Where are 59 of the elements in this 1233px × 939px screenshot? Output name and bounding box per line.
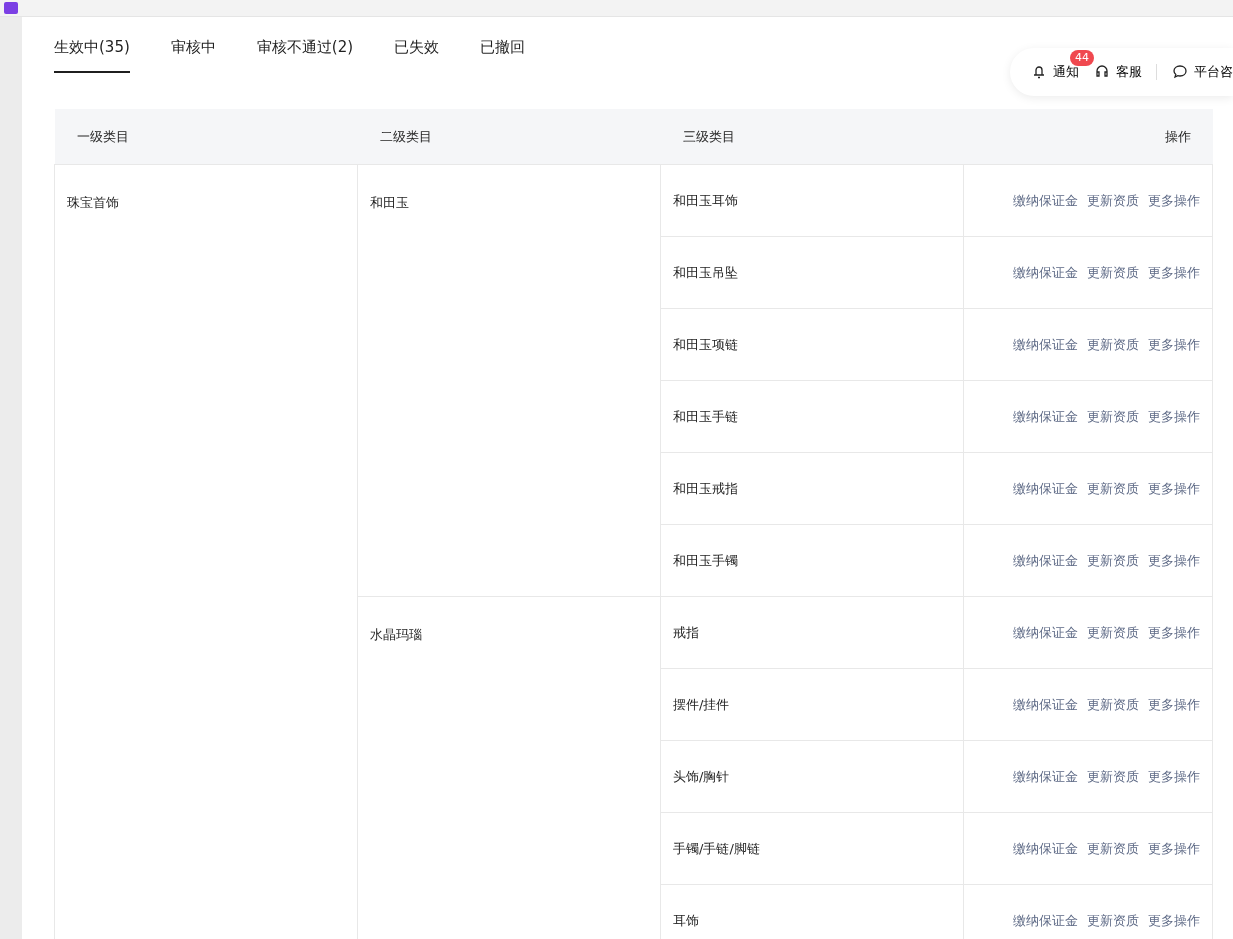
action-link[interactable]: 更新资质 [1087,192,1139,208]
action-link[interactable]: 更多操作 [1148,336,1200,352]
action-link[interactable]: 更多操作 [1148,192,1200,208]
action-link[interactable]: 更多操作 [1148,768,1200,784]
action-link[interactable]: 更多操作 [1148,624,1200,640]
toolbar-button[interactable]: 平台咨 [1171,62,1233,82]
column-header: 一级类目 [54,109,358,164]
table-cell: 珠宝首饰 [54,164,358,939]
action-link[interactable]: 更多操作 [1148,408,1200,424]
table-cell: 头饰/胸针 [660,740,964,812]
table-cell: 和田玉戒指 [660,452,964,524]
action-link[interactable]: 更新资质 [1087,912,1139,928]
tab[interactable]: 生效中(35) [54,36,130,73]
action-link[interactable]: 缴纳保证金 [1013,480,1078,496]
action-link[interactable]: 更新资质 [1087,336,1139,352]
tab[interactable]: 审核中 [170,36,216,73]
table-cell: 和田玉手镯 [660,524,964,596]
table-cell: 和田玉吊坠 [660,236,964,308]
action-link[interactable]: 缴纳保证金 [1013,768,1078,784]
tab[interactable]: 已失效 [394,36,440,73]
table-cell: 戒指 [660,596,964,668]
table-cell: 和田玉 [357,164,661,596]
table-cell: 和田玉手链 [660,380,964,452]
action-link[interactable]: 更多操作 [1148,696,1200,712]
toolbar-button[interactable]: 客服 [1093,62,1142,82]
action-link[interactable]: 更新资质 [1087,264,1139,280]
action-link[interactable]: 更多操作 [1148,264,1200,280]
action-link[interactable]: 更新资质 [1087,840,1139,856]
chat-bubble-icon [1171,63,1189,81]
action-link[interactable]: 缴纳保证金 [1013,264,1078,280]
action-link[interactable]: 更多操作 [1148,480,1200,496]
action-link[interactable]: 更多操作 [1148,840,1200,856]
table-cell: 和田玉耳饰 [660,164,964,236]
column-header: 二级类目 [357,109,661,164]
action-link[interactable]: 缴纳保证金 [1013,336,1078,352]
action-link[interactable]: 更新资质 [1087,552,1139,568]
action-link[interactable]: 更新资质 [1087,480,1139,496]
action-link[interactable]: 缴纳保证金 [1013,552,1078,568]
action-link[interactable]: 缴纳保证金 [1013,192,1078,208]
action-link[interactable]: 更多操作 [1148,912,1200,928]
app-icon [4,2,18,14]
column-header: 操作 [963,109,1213,164]
action-link[interactable]: 缴纳保证金 [1013,696,1078,712]
action-link[interactable]: 更多操作 [1148,552,1200,568]
column-header: 三级类目 [660,109,964,164]
action-link[interactable]: 缴纳保证金 [1013,912,1078,928]
notification-count: 44 [1070,50,1094,67]
action-link[interactable]: 更新资质 [1087,696,1139,712]
tab[interactable]: 审核不通过(2) [256,36,354,73]
table-cell: 手镯/手链/脚链 [660,812,964,884]
action-link[interactable]: 缴纳保证金 [1013,624,1078,640]
action-link[interactable]: 更新资质 [1087,624,1139,640]
table-cell: 摆件/挂件 [660,668,964,740]
action-link[interactable]: 缴纳保证金 [1013,840,1078,856]
action-link[interactable]: 缴纳保证金 [1013,408,1078,424]
tab[interactable]: 已撤回 [480,36,526,73]
action-link[interactable]: 更新资质 [1087,408,1139,424]
action-link[interactable]: 更新资质 [1087,768,1139,784]
table-cell: 和田玉项链 [660,308,964,380]
